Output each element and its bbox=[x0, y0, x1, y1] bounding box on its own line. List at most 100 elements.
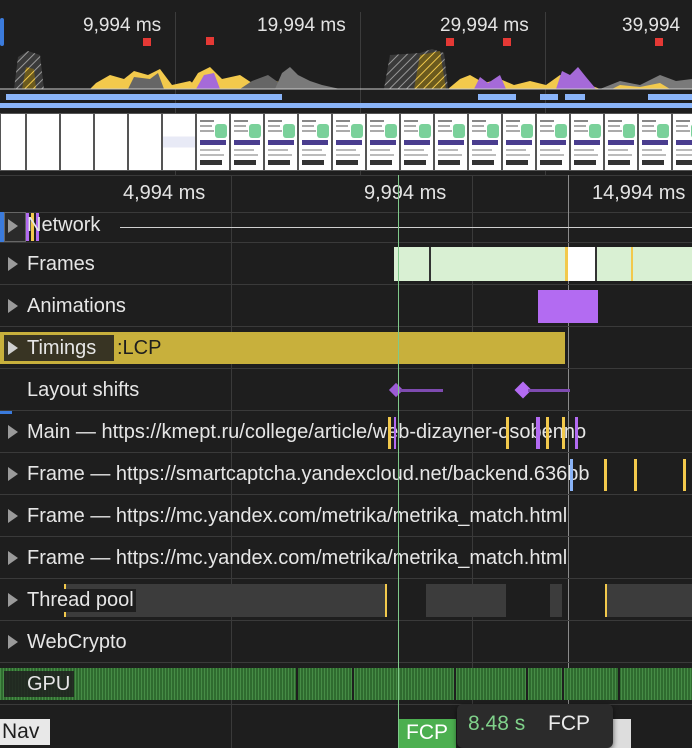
track-timings[interactable]: Timings :LCP bbox=[0, 327, 692, 369]
gpu-activity bbox=[0, 668, 692, 700]
expand-arrow-icon[interactable] bbox=[8, 425, 18, 439]
network-request-bar bbox=[648, 94, 692, 100]
animation-bar[interactable] bbox=[538, 290, 598, 323]
track-frames[interactable]: Frames bbox=[0, 243, 692, 285]
screenshot-thumbnail[interactable] bbox=[400, 113, 434, 171]
screenshot-thumbnail[interactable] bbox=[0, 113, 26, 171]
expand-arrow-icon[interactable] bbox=[8, 551, 18, 565]
screenshot-thumbnail[interactable] bbox=[264, 113, 298, 171]
task-slice bbox=[683, 459, 686, 491]
thread-pool-activity bbox=[550, 584, 562, 617]
track-layout-shifts[interactable]: Layout shifts bbox=[0, 369, 692, 411]
task-slice bbox=[546, 417, 549, 449]
network-request-bar bbox=[6, 94, 282, 100]
track-selection-indicator bbox=[0, 411, 12, 414]
screenshot-thumbnail[interactable] bbox=[230, 113, 264, 171]
ruler-tick-label: 4,994 ms bbox=[123, 182, 206, 204]
screenshot-thumbnail[interactable] bbox=[672, 113, 692, 171]
screenshot-thumbnail[interactable] bbox=[162, 113, 196, 171]
frame-idle bbox=[568, 247, 595, 281]
task-slice bbox=[634, 459, 637, 491]
layout-shift-cluster bbox=[400, 389, 443, 392]
ruler-tick-label: 9,994 ms bbox=[364, 182, 447, 204]
track-label: Thread pool bbox=[27, 589, 136, 612]
tooltip-label: FCP bbox=[548, 712, 590, 735]
track-separator bbox=[120, 227, 692, 228]
frame-dropped bbox=[631, 247, 633, 281]
expand-arrow-icon[interactable] bbox=[8, 467, 18, 481]
screenshot-thumbnail[interactable] bbox=[332, 113, 366, 171]
track-frame-smartcaptcha[interactable]: Frame — https://smartcaptcha.yandexcloud… bbox=[0, 453, 692, 495]
frames-bar[interactable] bbox=[394, 247, 692, 281]
screenshot-thumbnail[interactable] bbox=[60, 113, 94, 171]
task-slice bbox=[605, 584, 607, 617]
long-task-marker bbox=[206, 37, 214, 45]
nav-label: Nav bbox=[2, 720, 40, 743]
track-thread-pool[interactable]: Thread pool bbox=[0, 579, 692, 621]
overview-tick-label: 39,994 bbox=[622, 15, 681, 36]
track-gpu[interactable]: GPU bbox=[0, 663, 692, 705]
task-slice bbox=[385, 584, 387, 617]
track-animations[interactable]: Animations bbox=[0, 285, 692, 327]
expand-arrow-icon[interactable] bbox=[8, 341, 18, 355]
expand-arrow-icon[interactable] bbox=[8, 299, 18, 313]
fcp-marker-label: FCP bbox=[406, 721, 448, 744]
timeline-overview[interactable]: 9,994 ms 19,994 ms 29,994 ms 39,994 bbox=[0, 0, 692, 177]
track-label: Frame — https://mc.yandex.com/metrika/me… bbox=[27, 547, 568, 569]
screenshot-thumbnail[interactable] bbox=[638, 113, 672, 171]
track-label: Frame — https://smartcaptcha.yandexcloud… bbox=[27, 463, 590, 485]
track-label: Frame — https://mc.yandex.com/metrika/me… bbox=[27, 505, 568, 527]
track-label: GPU bbox=[27, 673, 71, 695]
screenshot-thumbnail[interactable] bbox=[570, 113, 604, 171]
tooltip-time: 8.48 s bbox=[468, 712, 526, 735]
screenshot-thumbnail[interactable] bbox=[128, 113, 162, 171]
expand-arrow-icon[interactable] bbox=[8, 219, 18, 233]
cpu-activity-chart bbox=[0, 49, 692, 90]
screenshot-thumbnail[interactable] bbox=[434, 113, 468, 171]
network-request-bar bbox=[0, 103, 692, 108]
task-slice bbox=[562, 417, 565, 449]
screenshot-thumbnail[interactable] bbox=[298, 113, 332, 171]
screenshot-thumbnail[interactable] bbox=[366, 113, 400, 171]
track-frame-metrika-2[interactable]: Frame — https://mc.yandex.com/metrika/me… bbox=[0, 537, 692, 579]
task-slice bbox=[575, 417, 578, 449]
expand-arrow-icon[interactable] bbox=[8, 257, 18, 271]
ruler-tick-label: 14,994 ms bbox=[592, 182, 686, 204]
track-label: Timings bbox=[27, 337, 97, 359]
screenshot-thumbnail[interactable] bbox=[468, 113, 502, 171]
network-request-bar bbox=[540, 94, 558, 100]
lcp-label: :LCP bbox=[117, 337, 162, 359]
track-network[interactable]: Network bbox=[0, 211, 692, 243]
overview-range-handle[interactable] bbox=[0, 18, 4, 46]
layout-shift-cluster bbox=[528, 389, 570, 392]
screenshot-thumbnail[interactable] bbox=[94, 113, 128, 171]
time-ruler[interactable]: 4,994 ms 9,994 ms 14,994 ms bbox=[0, 175, 692, 213]
screenshot-thumbnail[interactable] bbox=[196, 113, 230, 171]
task-slice bbox=[536, 417, 540, 449]
task-slice bbox=[604, 459, 607, 491]
track-label: WebCrypto bbox=[27, 631, 127, 653]
screenshot-thumbnail[interactable] bbox=[502, 113, 536, 171]
fcp-marker-line bbox=[398, 175, 399, 748]
frame-divider bbox=[595, 247, 597, 281]
overview-tick-label: 29,994 ms bbox=[440, 15, 529, 36]
screenshot-thumbnail[interactable] bbox=[536, 113, 570, 171]
task-slice bbox=[388, 417, 391, 449]
expand-arrow-icon[interactable] bbox=[8, 635, 18, 649]
overview-tick-label: 9,994 ms bbox=[83, 15, 162, 36]
track-webcrypto[interactable]: WebCrypto bbox=[0, 621, 692, 663]
expand-arrow-icon[interactable] bbox=[8, 509, 18, 523]
track-label: Main — https://kmept.ru/college/article/… bbox=[27, 421, 587, 443]
task-slice bbox=[506, 417, 509, 449]
thread-pool-activity bbox=[605, 584, 692, 617]
frame-divider bbox=[429, 247, 431, 281]
track-label: Frames bbox=[27, 253, 95, 275]
screenshot-thumbnail[interactable] bbox=[604, 113, 638, 171]
expand-arrow-icon[interactable] bbox=[8, 593, 18, 607]
screenshot-thumbnail[interactable] bbox=[26, 113, 60, 171]
task-slice bbox=[394, 417, 396, 449]
track-label: Network bbox=[27, 214, 101, 236]
track-main-thread[interactable]: Main — https://kmept.ru/college/article/… bbox=[0, 411, 692, 453]
track-frame-metrika-1[interactable]: Frame — https://mc.yandex.com/metrika/me… bbox=[0, 495, 692, 537]
marker-tooltip: 8.48 s FCP bbox=[457, 704, 613, 748]
